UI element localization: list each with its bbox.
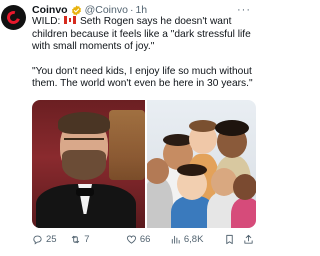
tweet[interactable]: Coinvo @Coinvo · 1h ··· WILD: Seth Rogen… (0, 0, 256, 256)
tweet-time[interactable]: 1h (135, 4, 147, 16)
separator-dot: · (129, 4, 134, 16)
canada-flag-icon (64, 16, 77, 24)
coinvo-logo-icon (4, 8, 23, 27)
tweet-header: Coinvo @Coinvo · 1h (32, 3, 147, 17)
bookmark-icon (225, 234, 233, 244)
avatar[interactable] (1, 5, 26, 30)
views-button[interactable]: 6,8K (170, 234, 224, 245)
views-count: 6,8K (183, 233, 204, 245)
share-icon (244, 234, 253, 244)
reply-icon (33, 235, 42, 245)
author-name[interactable]: Coinvo (32, 4, 68, 16)
tweet-paragraph-1: WILD: Seth Rogen says he doesn't want ch… (32, 16, 254, 54)
tweet-prefix: WILD: (32, 16, 61, 27)
bookmark-button[interactable] (224, 234, 235, 245)
tweet-media[interactable] (32, 100, 256, 228)
reply-button[interactable]: 25 (32, 234, 70, 245)
like-button[interactable]: 66 (126, 234, 170, 245)
author-handle[interactable]: @Coinvo (85, 4, 128, 16)
reply-count: 25 (46, 233, 57, 245)
views-chart-icon (171, 235, 180, 244)
seth-rogen-photo[interactable] (32, 100, 145, 228)
action-bar: 25 7 66 6,8K (32, 232, 254, 246)
heart-icon (126, 235, 136, 244)
more-options-icon[interactable]: ··· (237, 4, 251, 16)
retweet-count: 7 (84, 233, 90, 245)
share-button[interactable] (243, 234, 254, 245)
tweet-paragraph-2: "You don't need kids, I enjoy life so mu… (32, 65, 253, 90)
retweet-icon (72, 235, 80, 243)
retweet-button[interactable]: 7 (70, 234, 126, 245)
children-group-photo[interactable] (147, 100, 256, 228)
like-count: 66 (139, 233, 151, 245)
tweet-text: WILD: Seth Rogen says he doesn't want ch… (32, 16, 254, 91)
verified-badge-icon (71, 4, 81, 16)
